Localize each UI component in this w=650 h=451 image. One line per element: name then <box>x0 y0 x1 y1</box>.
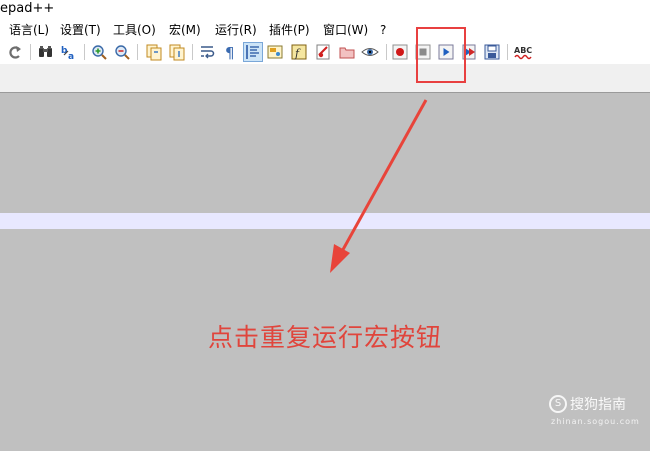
annotation-arrow <box>330 99 428 273</box>
watermark-url: zhinan.sogou.com <box>551 417 640 426</box>
watermark-text: 搜狗指南 <box>570 397 626 413</box>
annotation-caption: 点击重复运行宏按钮 <box>208 323 443 352</box>
watermark-logo: S <box>549 395 567 413</box>
